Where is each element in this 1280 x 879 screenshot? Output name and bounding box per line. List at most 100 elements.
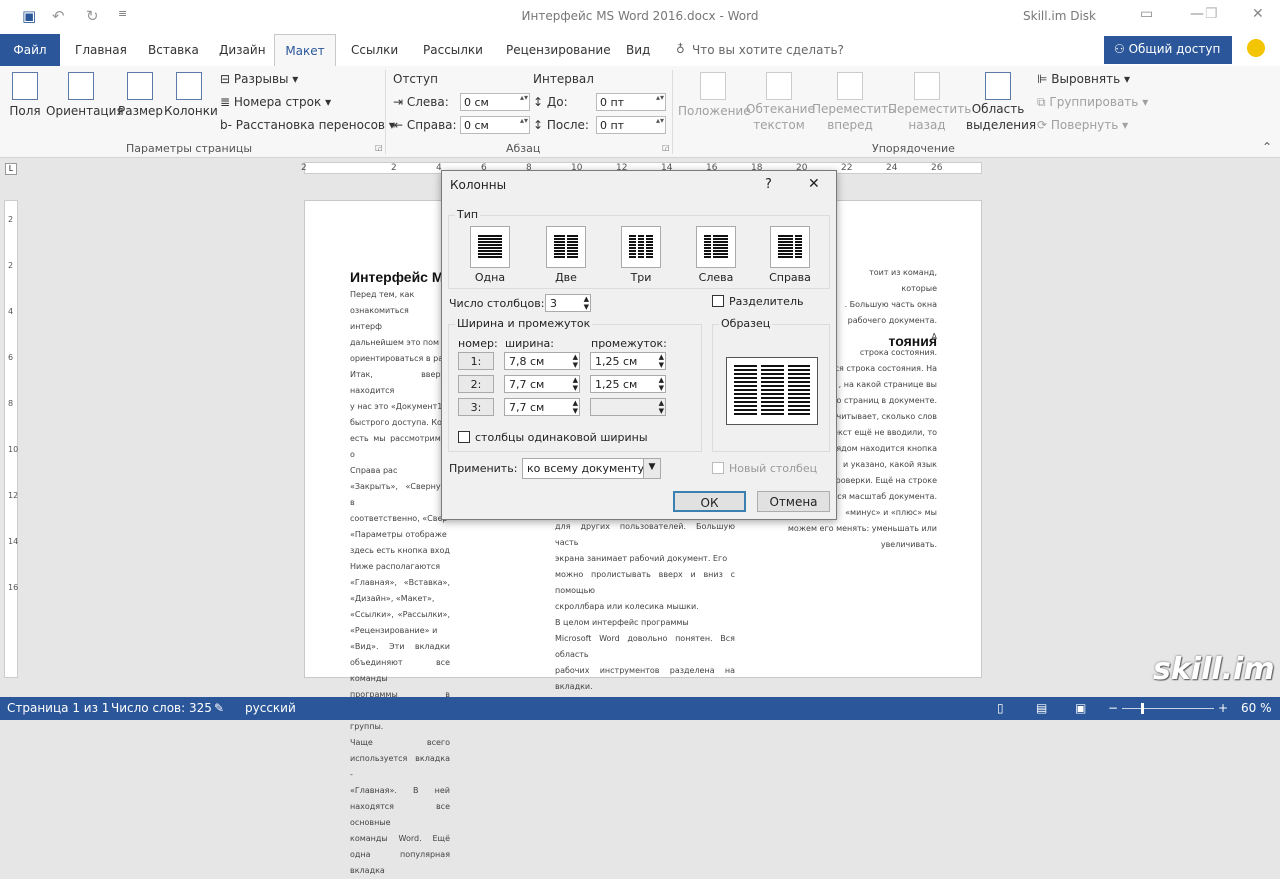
column-layout-icon: [478, 235, 502, 259]
margins-button[interactable]: Поля: [8, 72, 42, 118]
spin-arrows-icon[interactable]: ▲ ▼: [584, 295, 589, 311]
position-button[interactable]: Положение: [678, 72, 751, 118]
num-columns-input[interactable]: 3 ▲ ▼: [545, 294, 591, 312]
help-button[interactable]: ?: [765, 177, 772, 192]
indent-right-icon: ⇤: [393, 118, 407, 132]
vertical-ruler[interactable]: 2 2 4 6 8 10 12 14 16: [4, 200, 18, 678]
language-indicator[interactable]: русский: [245, 701, 296, 715]
column-spacing-input[interactable]: 1,25 см ▲ ▼: [590, 375, 666, 393]
tell-me-input[interactable]: Что вы хотите сделать?: [692, 43, 844, 57]
margins-icon: [12, 72, 38, 100]
feedback-smiley-icon[interactable]: [1247, 39, 1265, 57]
preset-2-button[interactable]: [546, 226, 586, 268]
indent-heading: Отступ: [393, 72, 438, 86]
indent-left-input[interactable]: 0 см: [460, 93, 530, 111]
account-name[interactable]: Skill.im Disk: [1023, 9, 1096, 23]
column-3-title: тояния: [888, 333, 937, 349]
columns-button[interactable]: Колонки: [164, 72, 218, 118]
minimize-icon[interactable]: —: [1190, 6, 1204, 22]
equal-width-checkbox[interactable]: [458, 431, 470, 443]
spin-arrows-icon[interactable]: ▲ ▼: [573, 376, 578, 392]
preset-5-button[interactable]: [770, 226, 810, 268]
zoom-out-icon[interactable]: −: [1108, 701, 1118, 715]
text-line: «Параметры отображе: [350, 530, 447, 539]
zoom-level[interactable]: 60 %: [1241, 701, 1272, 715]
page-count[interactable]: Страница 1 из 1: [7, 701, 109, 715]
text-line: ознакомиться с интерф: [350, 306, 450, 331]
preset-4-button[interactable]: [696, 226, 736, 268]
line-numbers-button[interactable]: ≣ Номера строк ▾: [220, 95, 331, 109]
ruler-tick: 14: [8, 537, 19, 546]
new-column-checkbox[interactable]: [712, 462, 724, 474]
chevron-down-icon[interactable]: ▼: [643, 459, 660, 478]
close-icon[interactable]: ✕: [1252, 6, 1264, 22]
cancel-button[interactable]: Отмена: [757, 491, 830, 512]
size-button[interactable]: Размер: [118, 72, 163, 118]
column-width-input[interactable]: 7,7 см ▲ ▼: [504, 375, 580, 393]
tab-layout[interactable]: Макет: [274, 34, 336, 66]
ok-button[interactable]: ОК: [673, 491, 746, 512]
zoom-in-icon[interactable]: +: [1218, 701, 1228, 715]
apply-to-value: ко всему документу: [527, 462, 645, 475]
selection-pane-button[interactable]: Область выделения: [966, 72, 1036, 133]
hyphenation-button[interactable]: b‑ Расстановка переносов ▾: [220, 118, 395, 132]
preset-1-button[interactable]: [470, 226, 510, 268]
spin-arrows-icon[interactable]: ▲ ▼: [659, 353, 664, 369]
orientation-button[interactable]: Ориентация: [46, 72, 124, 118]
send-backward-button[interactable]: Переместить назад: [888, 72, 971, 133]
text-line: Microsoft Word довольно понятен. Вся обл…: [555, 634, 735, 659]
proofing-icon[interactable]: ✎: [214, 701, 224, 715]
text-line: Ниже располагаются: [350, 562, 441, 571]
selection-label: Область: [971, 102, 1025, 116]
tab-mailings[interactable]: Рассылки: [423, 43, 483, 57]
column-spacing-input[interactable]: 1,25 см ▲ ▼: [590, 352, 666, 370]
spacing-after-input[interactable]: 0 пт: [596, 116, 666, 134]
restore-icon[interactable]: ❐: [1205, 6, 1218, 22]
apply-to-select[interactable]: ко всему документу ▼: [522, 458, 661, 479]
ribbon-options-icon[interactable]: ▭: [1140, 6, 1153, 22]
tab-insert[interactable]: Вставка: [148, 43, 199, 57]
page-setup-launcher-icon[interactable]: ◲: [375, 143, 383, 152]
spacing-before-input[interactable]: 0 пт: [596, 93, 666, 111]
column-number: 1:: [458, 352, 494, 370]
column-width-input[interactable]: 7,8 см ▲ ▼: [504, 352, 580, 370]
group-button[interactable]: ⧉ Группировать ▾: [1037, 95, 1148, 110]
separator-checkbox[interactable]: [712, 295, 724, 307]
read-mode-icon[interactable]: ▯: [997, 701, 1004, 715]
preset-label: Три: [630, 271, 652, 284]
indent-left-label: ⇥ Слева:: [393, 95, 449, 109]
paragraph-launcher-icon[interactable]: ◲: [662, 143, 670, 152]
tab-review[interactable]: Рецензирование: [506, 43, 611, 57]
spin-arrows-icon[interactable]: ▲ ▼: [573, 353, 578, 369]
tab-file[interactable]: Файл: [0, 34, 60, 66]
spin-arrows-icon[interactable]: ▲ ▼: [573, 399, 578, 415]
web-layout-icon[interactable]: ▣: [1075, 701, 1086, 715]
breaks-button[interactable]: ⊟ Разрывы ▾: [220, 72, 298, 86]
dialog-close-button[interactable]: ✕: [808, 176, 820, 192]
separator: [672, 70, 673, 154]
tab-view[interactable]: Вид: [626, 43, 650, 57]
rotate-button[interactable]: ⟳ Повернуть ▾: [1037, 118, 1128, 132]
collapse-ribbon-icon[interactable]: ⌃: [1262, 140, 1272, 154]
print-layout-icon[interactable]: ▤: [1036, 701, 1047, 715]
column-width-input[interactable]: 7,7 см ▲ ▼: [504, 398, 580, 416]
preset-3-button[interactable]: [621, 226, 661, 268]
zoom-slider-thumb[interactable]: [1141, 703, 1144, 714]
share-button[interactable]: ⚇ Общий доступ: [1104, 36, 1232, 64]
word-count[interactable]: Число слов: 325: [111, 701, 212, 715]
zoom-slider[interactable]: [1122, 708, 1214, 709]
wrap-text-button[interactable]: Обтекание текстом: [746, 72, 815, 133]
tab-references[interactable]: Ссылки: [351, 43, 398, 57]
tab-selector-icon[interactable]: L: [5, 163, 17, 175]
spin-arrows-icon[interactable]: ▲ ▼: [659, 376, 664, 392]
align-button[interactable]: ⊫ Выровнять ▾: [1037, 72, 1130, 86]
text-line: . Большую часть окна: [844, 300, 937, 309]
spin-arrows-icon[interactable]: ▲ ▼: [659, 399, 664, 415]
equal-width-label: столбцы одинаковой ширины: [475, 431, 648, 444]
tab-home[interactable]: Главная: [75, 43, 127, 57]
tab-design[interactable]: Дизайн: [219, 43, 266, 57]
column-spacing-input[interactable]: ▲ ▼: [590, 398, 666, 416]
lightbulb-icon: ♁: [676, 42, 685, 56]
bring-forward-button[interactable]: Переместить вперед: [812, 72, 895, 133]
indent-right-input[interactable]: 0 см: [460, 116, 530, 134]
